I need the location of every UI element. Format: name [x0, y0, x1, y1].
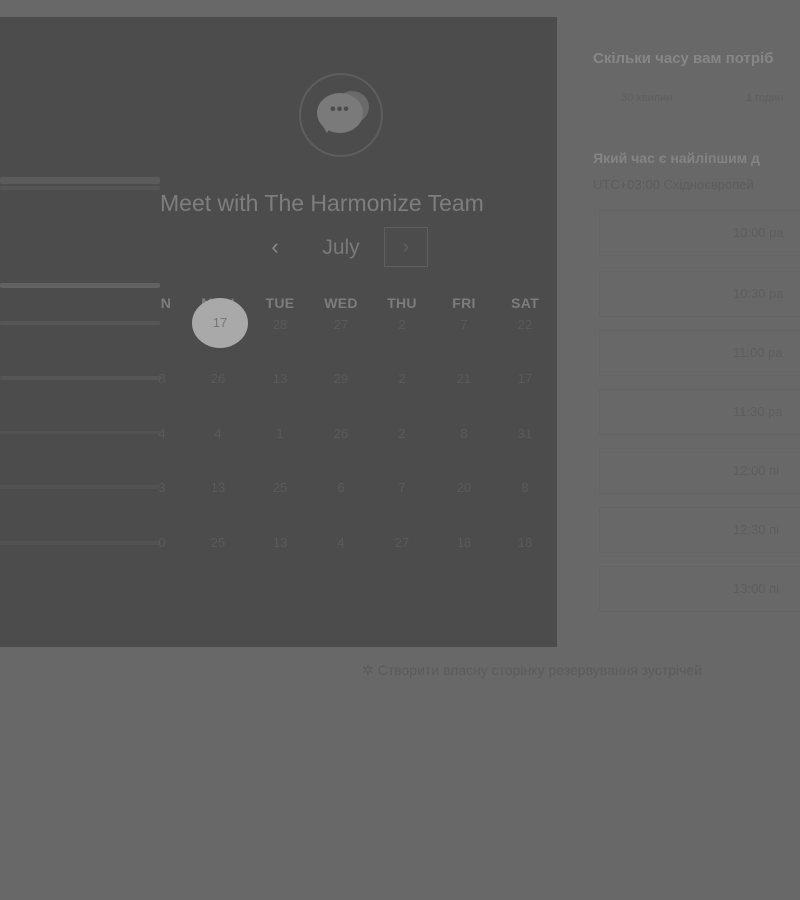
- calendar-day[interactable]: 28: [260, 315, 300, 335]
- calendar-day[interactable]: 18: [444, 533, 484, 553]
- weekday-label: FRI: [452, 295, 476, 311]
- weekday-label: WED: [324, 295, 358, 311]
- chat-dots: •••: [330, 101, 350, 118]
- calendar-day[interactable]: 21: [444, 369, 484, 389]
- team-logo: •••: [299, 73, 383, 157]
- time-slot-button[interactable]: 10:00 ра: [599, 210, 800, 256]
- calendar-day[interactable]: 13: [260, 369, 300, 389]
- calendar-day[interactable]: 20: [444, 478, 484, 498]
- placeholder-bar: [0, 541, 160, 545]
- calendar-day[interactable]: 4: [142, 424, 182, 444]
- scheduler-options-panel: Скільки часу вам потріб 30 хвилин 1 годи…: [593, 0, 800, 640]
- calendar-day[interactable]: 17: [505, 369, 545, 389]
- calendar-day[interactable]: 27: [382, 533, 422, 553]
- time-slot-label: 10:30 ра: [733, 286, 784, 301]
- time-slot-button[interactable]: 11:00 ра: [599, 330, 800, 376]
- placeholder-bar: [0, 321, 160, 325]
- calendar-day[interactable]: 27: [321, 315, 361, 335]
- page-title: Meet with The Harmonize Team: [160, 190, 484, 216]
- calendar-day[interactable]: 1: [260, 424, 300, 444]
- calendar-day[interactable]: 29: [321, 369, 361, 389]
- calendar-day-selected[interactable]: 17: [192, 298, 248, 348]
- time-slot-label: 10:00 ра: [733, 225, 784, 240]
- calendar-day[interactable]: 26: [198, 369, 238, 389]
- duration-question: Скільки часу вам потріб: [593, 50, 774, 67]
- placeholder-bar: [0, 376, 160, 380]
- calendar-day[interactable]: 31: [505, 424, 545, 444]
- calendar-day[interactable]: 18: [505, 533, 545, 553]
- calendar-day[interactable]: 26: [321, 424, 361, 444]
- placeholder-bar: [0, 177, 160, 184]
- time-slot-button[interactable]: 12:30 пі: [599, 507, 800, 553]
- calendar-day[interactable]: 6: [321, 478, 361, 498]
- calendar-day[interactable]: 8: [142, 369, 182, 389]
- calendar-day[interactable]: 7: [444, 315, 484, 335]
- calendar-day[interactable]: 7: [382, 478, 422, 498]
- duration-option-60[interactable]: 1 годин: [746, 92, 783, 104]
- calendar-day[interactable]: 13: [260, 533, 300, 553]
- time-question: Який час є найліпшим д: [593, 150, 760, 166]
- prev-month-button[interactable]: ‹: [260, 227, 290, 269]
- placeholder-bar: [0, 485, 160, 489]
- calendar-day[interactable]: 4: [198, 424, 238, 444]
- calendar-day[interactable]: 4: [321, 533, 361, 553]
- time-slot-label: 12:00 пі: [733, 463, 780, 478]
- calendar-day[interactable]: 22: [505, 315, 545, 335]
- timezone-label[interactable]: UTC+03:00 Східноєвропей: [593, 177, 754, 192]
- calendar-day[interactable]: 13: [198, 478, 238, 498]
- scheduler-card: ••• Meet with The Harmonize Team ‹ July …: [0, 17, 557, 647]
- calendar-day[interactable]: 0: [142, 533, 182, 553]
- loading-placeholder-column: [0, 17, 160, 647]
- chat-bubble-tail: [321, 123, 333, 133]
- placeholder-bar: [0, 431, 160, 434]
- calendar-day[interactable]: 3: [142, 478, 182, 498]
- create-booking-page-link[interactable]: ✲ Створити власну сторінку резервування …: [362, 662, 702, 679]
- duration-option-30[interactable]: 30 хвилин: [621, 92, 672, 104]
- calendar-day[interactable]: [142, 315, 182, 335]
- time-slot-button[interactable]: 13:00 пі: [599, 566, 800, 612]
- calendar-day[interactable]: 25: [260, 478, 300, 498]
- weekday-label: THU: [387, 295, 417, 311]
- time-slot-button[interactable]: 12:00 пі: [599, 448, 800, 494]
- month-label: July: [322, 236, 360, 259]
- calendar-day[interactable]: 8: [505, 478, 545, 498]
- time-slot-label: 12:30 пі: [733, 522, 780, 537]
- calendar-day[interactable]: 25: [198, 533, 238, 553]
- weekday-label: TUE: [265, 295, 295, 311]
- time-slot-button[interactable]: 11:30 ра: [599, 389, 800, 435]
- weekday-label: N: [160, 295, 172, 311]
- weekday-label: SAT: [511, 295, 539, 311]
- time-slot-label: 11:30 ра: [733, 404, 783, 419]
- calendar-day[interactable]: 8: [444, 424, 484, 444]
- time-slot-label: 13:00 пі: [733, 581, 780, 596]
- time-slot-button[interactable]: 10:30 ра: [599, 271, 800, 317]
- placeholder-bar: [0, 283, 160, 288]
- calendar-day[interactable]: 2: [382, 369, 422, 389]
- calendar-day[interactable]: 2: [382, 315, 422, 335]
- placeholder-bar: [0, 186, 160, 190]
- next-month-button[interactable]: ›: [384, 227, 428, 267]
- footer-link-label: Створити власну сторінку резервування зу…: [377, 662, 703, 678]
- time-slot-label: 11:00 ра: [733, 345, 783, 360]
- sparkle-icon: ✲: [362, 662, 374, 678]
- calendar-day[interactable]: 2: [382, 424, 422, 444]
